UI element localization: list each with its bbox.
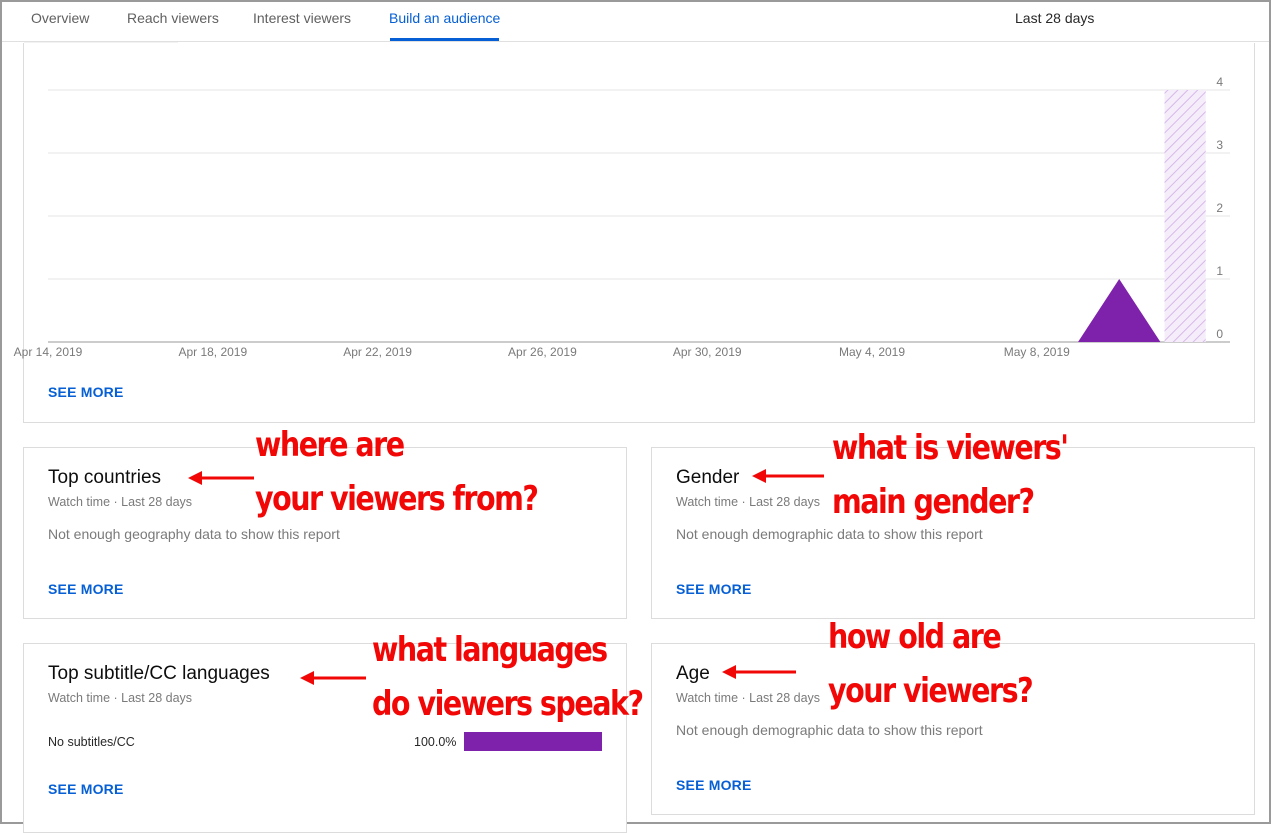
age-see-more-button[interactable]: SEE MORE (676, 777, 752, 793)
line-chart: Apr 14, 2019 Apr 18, 2019 Apr 22, 2019 Apr … (14, 75, 1230, 359)
x-tick-label: Apr 22, 2019 (343, 345, 412, 359)
arrow-left-icon (188, 471, 254, 485)
annotation-age-line-1: how old are (828, 617, 1002, 657)
age-message: Not enough demographic data to show this… (676, 722, 983, 738)
y-tick-label: 4 (1216, 75, 1223, 89)
age-subtitle: Watch time · Last 28 days (676, 691, 821, 705)
gender-see-more-button[interactable]: SEE MORE (676, 581, 752, 597)
top-countries-message: Not enough geography data to show this r… (48, 526, 340, 542)
age-title: Age (676, 663, 710, 684)
x-tick-label: May 4, 2019 (839, 345, 905, 359)
arrow-left-icon (300, 671, 366, 685)
arrow-left-icon (752, 469, 824, 483)
x-tick-label: Apr 14, 2019 (14, 345, 83, 359)
annotation-age-line-2: your viewers? (828, 671, 1034, 711)
top-countries-title: Top countries (48, 467, 162, 488)
y-tick-label: 0 (1216, 327, 1223, 341)
annotation-gender-line-2: main gender? (832, 482, 1035, 522)
top-countries-subtitle: Watch time · Last 28 days (48, 495, 193, 509)
annotation-age: how old are your viewers? (828, 610, 1034, 718)
gender-title: Gender (676, 467, 740, 488)
x-tick-label: Apr 18, 2019 (178, 345, 247, 359)
annotation-languages-line-1: what languages (372, 630, 608, 670)
series-area (48, 279, 1202, 342)
language-row-label: No subtitles/CC (48, 735, 135, 749)
annotation-countries: where are your viewers from? (255, 418, 539, 526)
subtitle-languages-see-more-button[interactable]: SEE MORE (48, 781, 124, 797)
y-tick-label: 1 (1216, 264, 1223, 278)
x-tick-label: Apr 30, 2019 (673, 345, 742, 359)
annotation-gender: what is viewers' main gender? (832, 421, 1069, 529)
subtitle-languages-title: Top subtitle/CC languages (48, 663, 270, 684)
x-tick-label: May 8, 2019 (1004, 345, 1070, 359)
annotation-languages-line-2: do viewers speak? (372, 684, 644, 724)
annotation-countries-line-1: where are (255, 425, 405, 465)
annotation-languages: what languages do viewers speak? (372, 623, 644, 731)
arrow-left-icon (722, 665, 796, 679)
y-tick-label: 2 (1216, 201, 1223, 215)
language-row-percent: 100.0% (414, 735, 457, 749)
top-countries-see-more-button[interactable]: SEE MORE (48, 581, 124, 597)
language-row-bar (464, 732, 602, 751)
subtitle-languages-subtitle: Watch time · Last 28 days (48, 691, 193, 705)
annotation-gender-line-1: what is viewers' (832, 428, 1069, 468)
x-tick-label: Apr 26, 2019 (508, 345, 577, 359)
gender-subtitle: Watch time · Last 28 days (676, 495, 821, 509)
annotation-countries-line-2: your viewers from? (255, 479, 539, 519)
y-tick-label: 3 (1216, 138, 1223, 152)
hatched-incomplete-region (1164, 90, 1206, 342)
